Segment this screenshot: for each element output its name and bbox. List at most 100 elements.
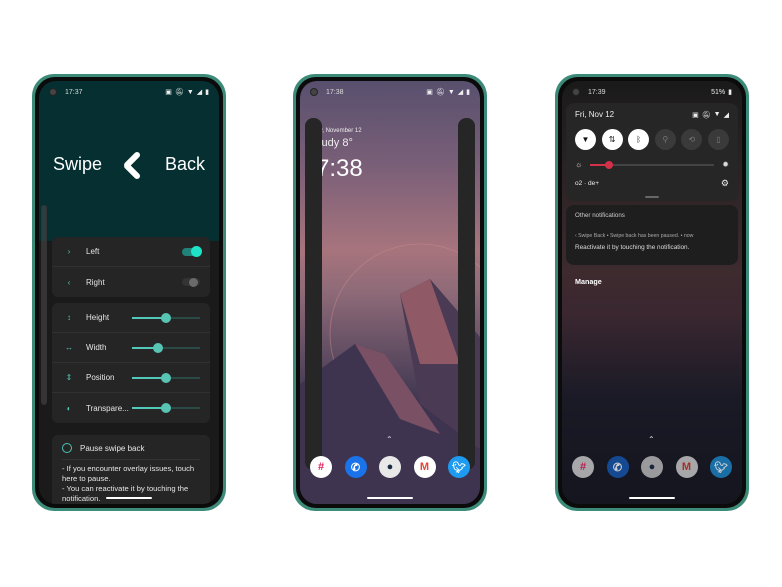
auto-brightness-icon[interactable]: ✹ bbox=[722, 160, 729, 169]
twitter-app-icon[interactable]: 🐦︎ bbox=[448, 456, 470, 478]
nfc-icon: ▣ bbox=[426, 89, 433, 96]
data-arrows-icon: ⇅ bbox=[608, 135, 616, 144]
phone-lockscreen: 17:38 ▣ 🔕︎ ▼ ◢ ▮ day, November 12 loudy … bbox=[293, 74, 487, 511]
pause-header: Pause swipe back bbox=[62, 443, 200, 460]
phone-notification-shade: 17:39 51% ▮ Fri, Nov 12 ▣ 🔕︎ ▼ ◢ ▼ ⇅ ᛒ ⚲… bbox=[555, 74, 749, 511]
flashlight-icon: ⚲ bbox=[662, 135, 669, 144]
nfc-icon: ▣ bbox=[692, 111, 699, 119]
bluetooth-icon: ᛒ bbox=[636, 135, 642, 144]
app-header: 17:37 ▣ 🔕︎ ▼ ◢ ▮ Swipe Back bbox=[39, 81, 219, 241]
chevron-left-icon bbox=[121, 151, 147, 177]
battery-icon: ▮ bbox=[466, 89, 470, 96]
lockscreen-clock: 7:38 bbox=[316, 155, 363, 182]
width-slider[interactable] bbox=[132, 342, 200, 353]
side-row-right[interactable]: ‹ Right bbox=[52, 267, 210, 297]
brightness-slider[interactable] bbox=[590, 160, 715, 169]
phone-app-icon[interactable]: ✆ bbox=[344, 456, 367, 478]
camera-app-icon[interactable]: ● bbox=[641, 456, 663, 478]
status-time: 17:37 bbox=[65, 88, 83, 96]
flashlight-tile[interactable]: ⚲ bbox=[654, 129, 676, 150]
swipe-edge-handle[interactable] bbox=[41, 205, 47, 405]
size-card: ↕ Height ↔ Width ⇕ Position ◐ Transpare.… bbox=[52, 303, 210, 423]
slider-label: Position bbox=[86, 373, 115, 382]
slider-row: ↕ Height bbox=[52, 303, 210, 333]
mute-icon: 🔕︎ bbox=[435, 89, 445, 96]
side-card: › Left ‹ Right bbox=[52, 237, 210, 297]
width-icon: ↔ bbox=[65, 343, 73, 352]
phone-app-icon[interactable]: ✆ bbox=[606, 456, 629, 478]
notification-section-title: Other notifications bbox=[575, 212, 625, 219]
qs-date: Fri, Nov 12 bbox=[575, 110, 615, 119]
phone-bezel: 17:39 51% ▮ Fri, Nov 12 ▣ 🔕︎ ▼ ◢ ▼ ⇅ ᛒ ⚲… bbox=[558, 77, 746, 508]
camera-punch-hole bbox=[310, 88, 318, 96]
hero-title-left: Swipe bbox=[53, 153, 103, 174]
battery-saver-tile[interactable]: ▯ bbox=[707, 129, 729, 150]
app-dock: # ✆ ● M 🐦︎ bbox=[310, 456, 470, 478]
pause-icon bbox=[62, 443, 72, 453]
phone-swipe-back-settings: 17:37 ▣ 🔕︎ ▼ ◢ ▮ Swipe Back › Left ‹ Rig… bbox=[32, 74, 226, 511]
nfc-icon: ▣ bbox=[165, 89, 172, 96]
right-toggle[interactable] bbox=[182, 277, 200, 287]
status-time: 17:38 bbox=[326, 88, 344, 96]
slack-app-icon[interactable]: # bbox=[572, 456, 594, 478]
phone-bezel: 17:38 ▣ 🔕︎ ▼ ◢ ▮ day, November 12 loudy … bbox=[296, 77, 484, 508]
height-slider[interactable] bbox=[132, 312, 200, 323]
side-label: Left bbox=[86, 247, 100, 256]
phone-screen: 17:37 ▣ 🔕︎ ▼ ◢ ▮ Swipe Back › Left ‹ Rig… bbox=[39, 81, 219, 504]
left-toggle[interactable] bbox=[182, 246, 202, 257]
signal-icon: ◢ bbox=[723, 111, 729, 119]
wifi-tile[interactable]: ▼ bbox=[575, 129, 596, 150]
gmail-app-icon[interactable]: M bbox=[675, 456, 698, 478]
position-slider[interactable] bbox=[132, 372, 200, 383]
camera-app-icon[interactable]: ● bbox=[379, 456, 401, 478]
gmail-app-icon[interactable]: M bbox=[413, 456, 436, 478]
chevron-left-small-icon: ‹ bbox=[67, 277, 71, 287]
wifi-icon: ▼ bbox=[186, 88, 194, 96]
phone-screen: 17:39 51% ▮ Fri, Nov 12 ▣ 🔕︎ ▼ ◢ ▼ ⇅ ᛒ ⚲… bbox=[562, 81, 742, 504]
pause-swipe-back-card[interactable]: Pause swipe back - If you encounter over… bbox=[52, 435, 210, 504]
left-swipe-edge-bar[interactable] bbox=[305, 118, 322, 470]
status-bar: 17:39 51% ▮ bbox=[562, 81, 742, 103]
slider-label: Height bbox=[86, 313, 110, 322]
manage-notifications-button[interactable]: Manage bbox=[575, 277, 602, 286]
height-icon: ↕ bbox=[67, 313, 71, 322]
battery-percent: 51% bbox=[711, 88, 726, 96]
qs-expand-handle[interactable] bbox=[645, 196, 659, 198]
phone-screen: 17:38 ▣ 🔕︎ ▼ ◢ ▮ day, November 12 loudy … bbox=[300, 81, 480, 504]
settings-gear-icon[interactable]: ⚙ bbox=[721, 178, 729, 189]
wifi-icon: ▼ bbox=[581, 135, 590, 144]
slider-label: Transpare... bbox=[86, 403, 129, 413]
hero-title-right: Back bbox=[164, 153, 205, 174]
app-drawer-arrow-icon[interactable]: ⌃ bbox=[648, 435, 655, 444]
home-indicator[interactable] bbox=[367, 497, 413, 499]
notification-meta: ‹ Swipe Back • Swipe back has been pause… bbox=[575, 233, 694, 239]
brightness-low-icon: ☼ bbox=[575, 160, 583, 169]
slider-row: ↔ Width bbox=[52, 333, 210, 363]
carrier-label: o2 · de+ bbox=[575, 180, 600, 187]
camera-punch-hole bbox=[572, 88, 580, 96]
mobile-data-tile[interactable]: ⇅ bbox=[601, 129, 623, 150]
notification-card[interactable]: Other notifications ‹ Swipe Back • Swipe… bbox=[566, 205, 738, 265]
twitter-app-icon[interactable]: 🐦︎ bbox=[710, 456, 732, 478]
chevron-right-icon: › bbox=[67, 247, 71, 256]
camera-punch-hole bbox=[49, 88, 57, 96]
brightness-row: ☼ ✹ bbox=[575, 160, 729, 169]
signal-icon: ◢ bbox=[457, 89, 464, 96]
home-indicator[interactable] bbox=[629, 497, 675, 499]
wifi-icon: ▼ bbox=[447, 88, 455, 96]
transparency-slider[interactable] bbox=[132, 403, 200, 413]
right-swipe-edge-bar[interactable] bbox=[458, 118, 475, 470]
signal-icon: ◢ bbox=[196, 89, 203, 96]
battery-icon: ▮ bbox=[728, 89, 732, 96]
app-drawer-arrow-icon[interactable]: ⌃ bbox=[386, 435, 393, 444]
home-indicator[interactable] bbox=[106, 497, 152, 499]
auto-rotate-tile[interactable]: ⟲ bbox=[681, 129, 703, 150]
position-icon: ⇕ bbox=[65, 373, 73, 382]
side-label: Right bbox=[86, 277, 105, 287]
battery-icon: ▮ bbox=[205, 89, 209, 96]
bluetooth-tile[interactable]: ᛒ bbox=[628, 129, 650, 150]
side-row-left[interactable]: › Left bbox=[52, 237, 210, 267]
battery-saver-icon: ▯ bbox=[716, 135, 721, 144]
quick-settings-panel: Fri, Nov 12 ▣ 🔕︎ ▼ ◢ ▼ ⇅ ᛒ ⚲ ⟲ ▯ ☼ ✹ o2 … bbox=[566, 103, 738, 201]
slack-app-icon[interactable]: # bbox=[310, 456, 332, 478]
